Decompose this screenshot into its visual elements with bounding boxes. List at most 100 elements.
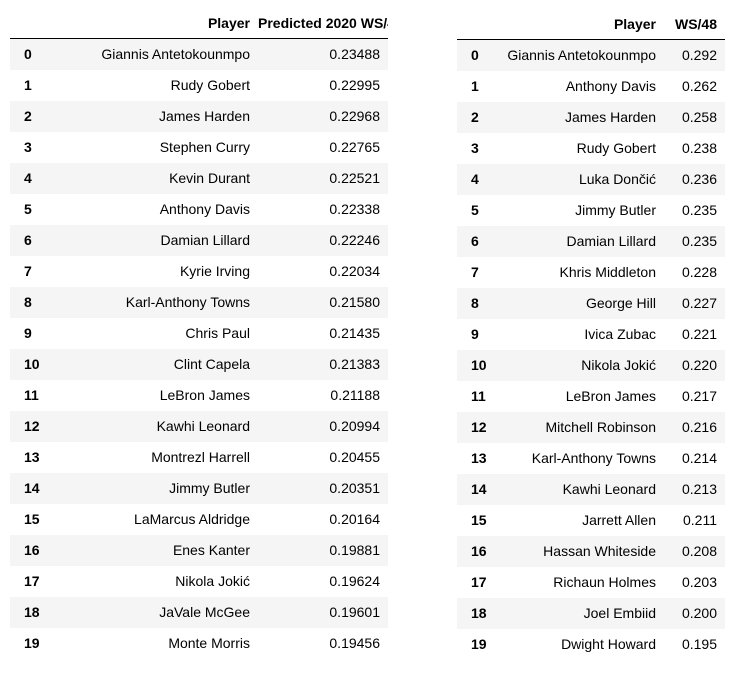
table-body: 0 Giannis Antetokounmpo 0.292 1 Anthony Davi…	[457, 39, 725, 660]
table-row: 17 Richaun Holmes 0.203	[457, 567, 725, 598]
row-index: 16	[471, 543, 487, 559]
ws48-value: 0.238	[681, 140, 717, 156]
row-index: 19	[471, 636, 487, 652]
table-row: 12 Mitchell Robinson 0.216	[457, 412, 725, 443]
ws48-value: 0.216	[681, 419, 717, 435]
ws48-value: 0.221	[681, 326, 717, 342]
row-index: 9	[471, 326, 479, 342]
ws48-value: 0.20351	[329, 480, 380, 496]
row-index: 6	[24, 232, 32, 248]
player-name: Stephen Curry	[159, 139, 250, 155]
ws48-header: WS/48	[664, 9, 725, 40]
player-name: Khris Middleton	[559, 264, 657, 280]
ws48-value: 0.200	[681, 605, 717, 621]
player-name: Giannis Antetokounmpo	[101, 46, 250, 62]
row-index: 1	[24, 77, 32, 93]
table-row: 17 Nikola Jokić 0.19624	[10, 566, 388, 597]
ws48-value: 0.258	[681, 109, 717, 125]
player-name: Kevin Durant	[169, 170, 250, 186]
ws48-value: 0.262	[681, 78, 717, 94]
player-name: Damian Lillard	[566, 233, 656, 249]
table-header-row: Player Predicted 2020 WS/48	[10, 8, 388, 39]
ws48-value: 0.195	[681, 636, 717, 652]
player-name: Richaun Holmes	[553, 574, 656, 590]
player-name: Hassan Whiteside	[543, 543, 656, 559]
player-name: Kawhi Leonard	[562, 481, 656, 497]
ws48-value: 0.20455	[329, 449, 380, 465]
row-index: 2	[471, 109, 479, 125]
table-row: 14 Jimmy Butler 0.20351	[10, 473, 388, 504]
table-row: 0 Giannis Antetokounmpo 0.292	[457, 39, 725, 71]
ws48-value: 0.21435	[329, 325, 380, 341]
player-name: James Harden	[564, 109, 656, 125]
player-name: Chris Paul	[185, 325, 250, 341]
player-name: Jarrett Allen	[582, 512, 656, 528]
ws48-value: 0.220	[681, 357, 717, 373]
player-header: Player	[50, 8, 258, 39]
table-row: 12 Kawhi Leonard 0.20994	[10, 411, 388, 442]
table-row: 9 Ivica Zubac 0.221	[457, 319, 725, 350]
ws48-value: 0.217	[681, 388, 717, 404]
player-name: Jimmy Butler	[169, 480, 250, 496]
table-row: 19 Monte Morris 0.19456	[10, 628, 388, 659]
player-name: Nikola Jokić	[175, 573, 250, 589]
player-name: LeBron James	[159, 387, 250, 403]
row-index: 14	[471, 481, 487, 497]
table-row: 6 Damian Lillard 0.235	[457, 226, 725, 257]
table-row: 13 Montrezl Harrell 0.20455	[10, 442, 388, 473]
row-index: 10	[24, 356, 40, 372]
player-name: Nikola Jokić	[581, 357, 656, 373]
row-index: 15	[471, 512, 487, 528]
table-row: 14 Kawhi Leonard 0.213	[457, 474, 725, 505]
ws48-value: 0.235	[681, 202, 717, 218]
table-row: 6 Damian Lillard 0.22246	[10, 225, 388, 256]
predicted-ws48-header: Predicted 2020 WS/48	[258, 8, 388, 39]
row-index: 3	[24, 139, 32, 155]
ws48-value: 0.235	[681, 233, 717, 249]
row-index: 5	[471, 202, 479, 218]
table-row: 3 Rudy Gobert 0.238	[457, 133, 725, 164]
table-row: 10 Nikola Jokić 0.220	[457, 350, 725, 381]
table-row: 5 Anthony Davis 0.22338	[10, 194, 388, 225]
row-index: 17	[471, 574, 487, 590]
player-name: Ivica Zubac	[584, 326, 656, 342]
ws48-value: 0.227	[681, 295, 717, 311]
table-row: 7 Kyrie Irving 0.22034	[10, 256, 388, 287]
ws48-value: 0.203	[681, 574, 717, 590]
ws48-value: 0.20994	[329, 418, 380, 434]
row-index: 12	[24, 418, 40, 434]
ws48-value: 0.20164	[329, 511, 380, 527]
ws48-value: 0.19601	[329, 604, 380, 620]
ws48-value: 0.22034	[329, 263, 380, 279]
row-index: 15	[24, 511, 40, 527]
player-name: George Hill	[585, 295, 656, 311]
table-row: 3 Stephen Curry 0.22765	[10, 132, 388, 163]
ws48-value: 0.21580	[329, 294, 380, 310]
row-index: 8	[471, 295, 479, 311]
ws48-value: 0.21188	[330, 387, 380, 403]
ws48-value: 0.236	[681, 171, 717, 187]
row-index: 6	[471, 233, 479, 249]
ws48-value: 0.22521	[329, 170, 380, 186]
ws48-value: 0.228	[681, 264, 717, 280]
table-row: 9 Chris Paul 0.21435	[10, 318, 388, 349]
row-index: 7	[24, 263, 32, 279]
table-row: 8 Karl-Anthony Towns 0.21580	[10, 287, 388, 318]
table-row: 8 George Hill 0.227	[457, 288, 725, 319]
row-index: 5	[24, 201, 32, 217]
ws48-value: 0.19881	[329, 542, 380, 558]
ws48-value: 0.22338	[329, 201, 380, 217]
table-row: 0 Giannis Antetokounmpo 0.23488	[10, 38, 388, 70]
predicted-ws48-table: Player Predicted 2020 WS/48 0 Giannis Ant…	[10, 8, 388, 659]
row-index: 17	[24, 573, 40, 589]
player-name: Damian Lillard	[160, 232, 250, 248]
row-index: 4	[471, 171, 479, 187]
player-name: Jimmy Butler	[575, 202, 656, 218]
row-index: 11	[471, 388, 486, 404]
ws48-value: 0.211	[683, 512, 717, 528]
table-header-row: Player WS/48	[457, 9, 725, 40]
table-row: 4 Kevin Durant 0.22521	[10, 163, 388, 194]
row-index: 0	[24, 46, 32, 62]
ws48-value: 0.292	[681, 47, 717, 63]
row-index: 12	[471, 419, 487, 435]
